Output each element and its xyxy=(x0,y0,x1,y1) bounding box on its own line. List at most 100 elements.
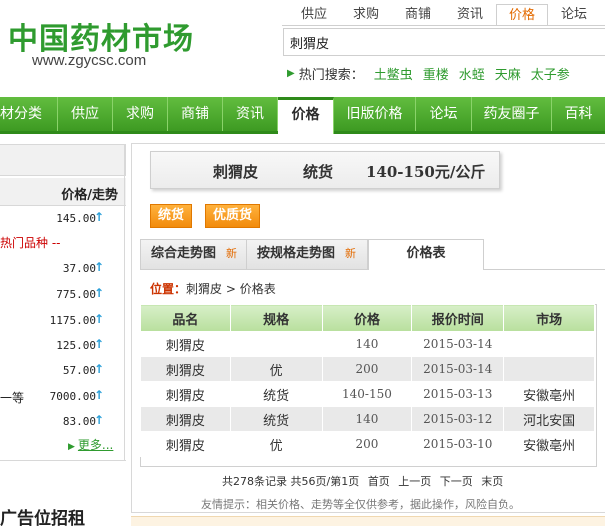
cell-date: 2015-03-10 xyxy=(411,431,505,457)
sidebar-hot-title: 热门品种 -- xyxy=(0,236,61,250)
sidebar-row-price: 7000.00 xyxy=(49,390,96,403)
prev-page-link[interactable]: 上一页 xyxy=(398,475,431,488)
sidebar-price-row[interactable]: 83.00 ↑ xyxy=(0,411,126,433)
table-header-row: 品名 规格 价格 报价时间 市场 xyxy=(140,304,595,332)
more-link[interactable]: ▶ 更多... xyxy=(68,436,113,453)
triangle-right-icon: ▶ xyxy=(287,68,295,79)
grade-button-premium[interactable]: 优质货 xyxy=(205,204,261,228)
nav-item-wiki[interactable]: 百科 xyxy=(552,97,605,131)
cell-date: 2015-03-13 xyxy=(411,381,505,407)
next-page-link[interactable]: 下一页 xyxy=(440,475,473,488)
tab-label: 按规格走势图 xyxy=(257,246,336,261)
pagination: 共278条记录 共56页/第1页 首页 上一页 下一页 末页 xyxy=(222,473,508,489)
column-header: 品名 xyxy=(140,304,231,332)
tab-spec-trend[interactable]: 按规格走势图新 xyxy=(246,239,368,269)
product-price: 140-150元/公斤 xyxy=(366,163,486,181)
price-summary-box: 刺猬皮 统货 140-150元/公斤 xyxy=(150,151,500,189)
arrow-up-icon: ↑ xyxy=(93,337,104,351)
table-row: 刺猬皮 统货 140 2015-03-12 河北安国 xyxy=(140,406,595,432)
sidebar-row-price: 37.00 xyxy=(62,262,96,275)
hot-keyword[interactable]: 土鳖虫 xyxy=(374,64,413,83)
hot-keyword[interactable]: 天麻 xyxy=(495,64,521,83)
cell-spec: 统货 xyxy=(229,381,323,407)
price-table: 品名 规格 价格 报价时间 市场 刺猬皮 140 2015-03-14 刺猬皮 … xyxy=(140,304,595,457)
arrow-up-icon: ↑ xyxy=(93,413,104,427)
cell-date: 2015-03-12 xyxy=(411,406,505,432)
top-tab-shops[interactable]: 商铺 xyxy=(392,4,444,26)
cell-date: 2015-03-14 xyxy=(411,331,505,357)
column-header: 价格 xyxy=(321,304,413,332)
cell-spec: 优 xyxy=(229,356,323,382)
sidebar-border xyxy=(124,144,125,460)
hot-searches-label: 热门搜索： xyxy=(298,68,364,83)
cell-market xyxy=(503,331,595,357)
column-header: 报价时间 xyxy=(411,304,505,332)
nav-item-forum[interactable]: 论坛 xyxy=(416,97,472,131)
sidebar-price-row[interactable]: 775.00 ↑ xyxy=(0,284,126,306)
disclaimer-text: 友情提示：相关价格、走势等全仅供参考，据此操作，风险自负。 xyxy=(201,498,520,511)
table-row: 刺猬皮 统货 140-150 2015-03-13 安徽亳州 xyxy=(140,381,595,407)
sidebar-price-row[interactable]: 125.00 ↑ xyxy=(0,335,126,357)
nav-item-old-price[interactable]: 旧版价格 xyxy=(334,97,416,131)
arrow-up-icon: ↑ xyxy=(93,210,104,224)
last-page-link[interactable]: 末页 xyxy=(481,475,503,488)
arrow-up-icon: ↑ xyxy=(93,260,104,274)
cell-market xyxy=(503,356,595,382)
nav-item-purchase[interactable]: 求购 xyxy=(113,97,168,131)
first-page-link[interactable]: 首页 xyxy=(368,475,390,488)
main-nav: 材分类 供应 求购 商铺 资讯 价格 旧版价格 论坛 药友圈子 百科 xyxy=(0,97,605,134)
sidebar-price-row[interactable]: 57.00 ↑ xyxy=(0,360,126,382)
top-tab-supply[interactable]: 供应 xyxy=(288,4,340,26)
nav-item-shops[interactable]: 商铺 xyxy=(168,97,223,131)
arrow-up-icon: ↑ xyxy=(93,286,104,300)
cell-price: 140-150 xyxy=(321,381,413,407)
sidebar-price-row[interactable]: 145.00 ↑ xyxy=(0,208,126,230)
cell-spec: 统货 xyxy=(229,406,323,432)
arrow-up-icon: ↑ xyxy=(93,388,104,402)
nav-item-categories[interactable]: 材分类 xyxy=(0,97,58,131)
sidebar-price-row[interactable]: 37.00 ↑ xyxy=(0,258,126,280)
top-tab-price[interactable]: 价格 xyxy=(496,4,548,26)
new-badge: 新 xyxy=(226,247,238,260)
cell-name: 刺猬皮 xyxy=(140,356,231,382)
top-tab-purchase[interactable]: 求购 xyxy=(340,4,392,26)
tab-overall-trend[interactable]: 综合走势图新 xyxy=(140,239,248,269)
nav-item-supply[interactable]: 供应 xyxy=(58,97,113,131)
sidebar-price-row[interactable]: 一等 7000.00 ↑ xyxy=(0,386,126,408)
cell-market: 河北安国 xyxy=(503,406,595,432)
sidebar-row-price: 1175.00 xyxy=(49,314,96,327)
nav-item-price[interactable]: 价格 xyxy=(278,97,334,134)
table-row: 刺猬皮 140 2015-03-14 xyxy=(140,331,595,357)
search-input[interactable] xyxy=(283,28,605,56)
hot-keyword[interactable]: 水蛭 xyxy=(459,64,485,83)
cell-name: 刺猬皮 xyxy=(140,406,231,432)
grade-button-standard[interactable]: 统货 xyxy=(150,204,193,228)
nav-item-news[interactable]: 资讯 xyxy=(223,97,278,131)
cell-name: 刺猬皮 xyxy=(140,431,231,457)
ad-placeholder[interactable]: 广告位招租 xyxy=(0,504,85,526)
sidebar-price-row[interactable]: 1175.00 ↑ xyxy=(0,310,126,332)
nav-item-circles[interactable]: 药友圈子 xyxy=(472,97,552,131)
tabs-divider xyxy=(282,25,605,26)
chart-tabs: 综合走势图新 按规格走势图新 价格表 xyxy=(140,239,605,270)
column-header: 规格 xyxy=(229,304,323,332)
table-row: 刺猬皮 优 200 2015-03-14 xyxy=(140,356,595,382)
cell-market: 安徽亳州 xyxy=(503,381,595,407)
sidebar-top-bar xyxy=(0,144,126,176)
sidebar-row-price: 83.00 xyxy=(62,415,96,428)
hot-keyword[interactable]: 太子参 xyxy=(531,64,570,83)
sidebar-header: 价格/走势 xyxy=(0,178,126,206)
tab-price-table[interactable]: 价格表 xyxy=(368,239,484,270)
hot-searches: ▶ 热门搜索： 土鳖虫 重楼 水蛭 天麻 太子参 xyxy=(287,64,570,83)
search-category-tabs: 供应 求购 商铺 资讯 价格 论坛 xyxy=(288,4,600,26)
column-header: 市场 xyxy=(503,304,595,332)
top-tab-news[interactable]: 资讯 xyxy=(444,4,496,26)
hot-keyword[interactable]: 重楼 xyxy=(423,64,449,83)
cell-name: 刺猬皮 xyxy=(140,381,231,407)
top-tab-forum[interactable]: 论坛 xyxy=(548,4,600,26)
new-badge: 新 xyxy=(345,247,357,260)
cell-spec: 优 xyxy=(229,431,323,457)
sidebar-row-price: 775.00 xyxy=(56,288,96,301)
triangle-right-icon: ▶ xyxy=(68,442,75,452)
arrow-up-icon: ↑ xyxy=(93,312,104,326)
